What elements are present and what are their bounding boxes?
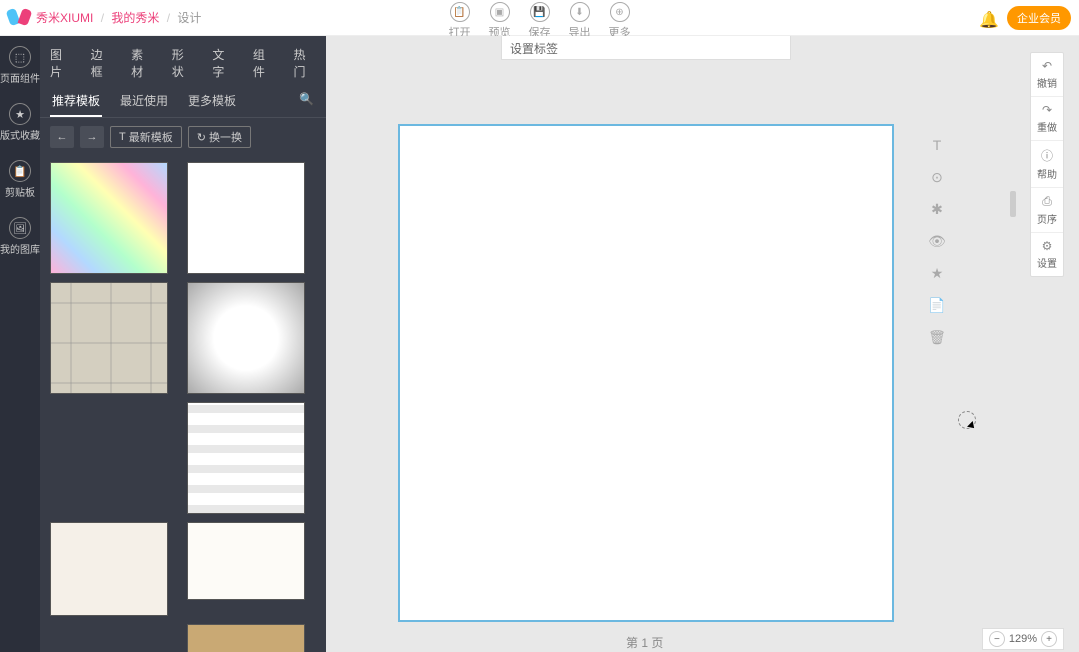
category-tabs: 图片 边框 素材 形状 文字 组件 热门 [40, 36, 326, 84]
page-label: 第 1 页 [626, 634, 663, 651]
zoom-out[interactable]: − [989, 631, 1005, 647]
header-right: 🔔 企业会员 [979, 6, 1071, 30]
rail-clipboard[interactable]: 📋剪贴板 [5, 156, 35, 203]
tab-more-templates[interactable]: 更多模板 [186, 88, 238, 117]
tool-open[interactable]: 📋打开 [449, 2, 471, 40]
tab-shape[interactable]: 形状 [172, 42, 195, 84]
tab-component[interactable]: 组件 [253, 42, 276, 84]
template-thumb[interactable] [187, 162, 305, 274]
help-icon: ⓘ [1033, 147, 1061, 164]
template-grid[interactable] [40, 156, 326, 652]
redo-icon: ↷ [1033, 103, 1061, 117]
cursor-indicator [958, 411, 976, 429]
zoom-bar: − 129% + [982, 628, 1064, 650]
tab-recommended[interactable]: 推荐模板 [50, 88, 102, 117]
preview-icon: ▣ [490, 2, 510, 22]
save-icon: 💾 [530, 2, 550, 22]
fav-tool-icon[interactable]: ★ [928, 264, 946, 282]
undo-button[interactable]: ↶撤销 [1031, 53, 1063, 97]
canvas-side-tools: T ⊙ ✱ 👁 ★ 📄 🗑 [928, 136, 946, 346]
paste-tool-icon[interactable]: 📄 [928, 296, 946, 314]
rail-page-components[interactable]: ⬚页面组件 [0, 42, 40, 89]
clipboard-icon: 📋 [9, 160, 31, 182]
canvas[interactable] [398, 124, 894, 622]
settings-button[interactable]: ⚙设置 [1031, 233, 1063, 276]
tool-more[interactable]: ⊕更多 [609, 2, 631, 40]
template-thumb[interactable] [187, 624, 305, 652]
side-handle[interactable] [1010, 191, 1016, 217]
left-rail: ⬚页面组件 ★版式收藏 📋剪贴板 🖼我的图库 [0, 36, 40, 652]
brand-link[interactable]: 秀米XIUMI [36, 11, 93, 25]
breadcrumb: 秀米XIUMI / 我的秀米 / 设计 [36, 9, 201, 26]
crumb-current: 设计 [177, 11, 201, 25]
tab-material[interactable]: 素材 [131, 42, 154, 84]
template-thumb[interactable] [50, 162, 168, 274]
page-order-button[interactable]: ⎙页序 [1031, 188, 1063, 233]
tab-hot[interactable]: 热门 [293, 42, 316, 84]
template-thumb[interactable] [50, 522, 168, 616]
fav-icon: ★ [9, 103, 31, 125]
tab-border[interactable]: 边框 [91, 42, 114, 84]
tool-export[interactable]: ⬇导出 [569, 2, 591, 40]
open-icon: 📋 [450, 2, 470, 22]
search-icon[interactable]: 🔍 [297, 88, 316, 117]
eye-tool-icon[interactable]: 👁 [928, 232, 946, 250]
crumb-mine[interactable]: 我的秀米 [111, 11, 159, 25]
gear-icon: ⚙ [1033, 239, 1061, 253]
tab-recent[interactable]: 最近使用 [118, 88, 170, 117]
latest-templates-button[interactable]: T最新模板 [110, 126, 182, 148]
zoom-in[interactable]: + [1041, 631, 1057, 647]
logo-icon [8, 7, 30, 29]
top-toolbar: 📋打开 ▣预览 💾保存 ⬇导出 ⊕更多 [449, 2, 631, 40]
gallery-icon: 🖼 [9, 217, 31, 239]
export-icon: ⬇ [570, 2, 590, 22]
tool-save[interactable]: 💾保存 [529, 2, 551, 40]
page-order-icon: ⎙ [1033, 194, 1061, 209]
template-thumb[interactable] [187, 522, 305, 600]
rail-gallery[interactable]: 🖼我的图库 [0, 213, 40, 260]
text-tool-icon[interactable]: T [928, 136, 946, 154]
right-panel: ↶撤销 ↷重做 ⓘ帮助 ⎙页序 ⚙设置 [1030, 52, 1064, 277]
rail-layout-fav[interactable]: ★版式收藏 [0, 99, 40, 146]
circle-tool-icon[interactable]: ⊙ [928, 168, 946, 186]
star-tool-icon[interactable]: ✱ [928, 200, 946, 218]
tab-image[interactable]: 图片 [50, 42, 73, 84]
tool-preview[interactable]: ▣预览 [489, 2, 511, 40]
bell-icon[interactable]: 🔔 [979, 10, 995, 26]
template-tabs: 推荐模板 最近使用 更多模板 🔍 [40, 84, 326, 118]
nav-prev[interactable]: ← [50, 126, 74, 148]
vip-button[interactable]: 企业会员 [1007, 6, 1071, 30]
template-thumb[interactable] [50, 282, 168, 394]
components-icon: ⬚ [9, 46, 31, 68]
tag-bar[interactable]: 设置标签 [501, 36, 791, 60]
header: 秀米XIUMI / 我的秀米 / 设计 📋打开 ▣预览 💾保存 ⬇导出 ⊕更多 … [0, 0, 1079, 36]
template-thumb[interactable] [187, 402, 305, 514]
left-panel: 图片 边框 素材 形状 文字 组件 热门 推荐模板 最近使用 更多模板 🔍 ← … [40, 36, 326, 652]
help-button[interactable]: ⓘ帮助 [1031, 141, 1063, 188]
panel-toolbar: ← → T最新模板 ↻换一换 [40, 118, 326, 156]
shuffle-button[interactable]: ↻换一换 [188, 126, 251, 148]
canvas-area: 设置标签 第 1 页 T ⊙ ✱ 👁 ★ 📄 🗑 − 129% + [326, 36, 1079, 652]
redo-button[interactable]: ↷重做 [1031, 97, 1063, 141]
zoom-value: 129% [1009, 633, 1037, 645]
trash-tool-icon[interactable]: 🗑 [928, 328, 946, 346]
undo-icon: ↶ [1033, 59, 1061, 73]
more-icon: ⊕ [610, 2, 630, 22]
tab-text[interactable]: 文字 [212, 42, 235, 84]
nav-next[interactable]: → [80, 126, 104, 148]
template-thumb[interactable] [187, 282, 305, 394]
